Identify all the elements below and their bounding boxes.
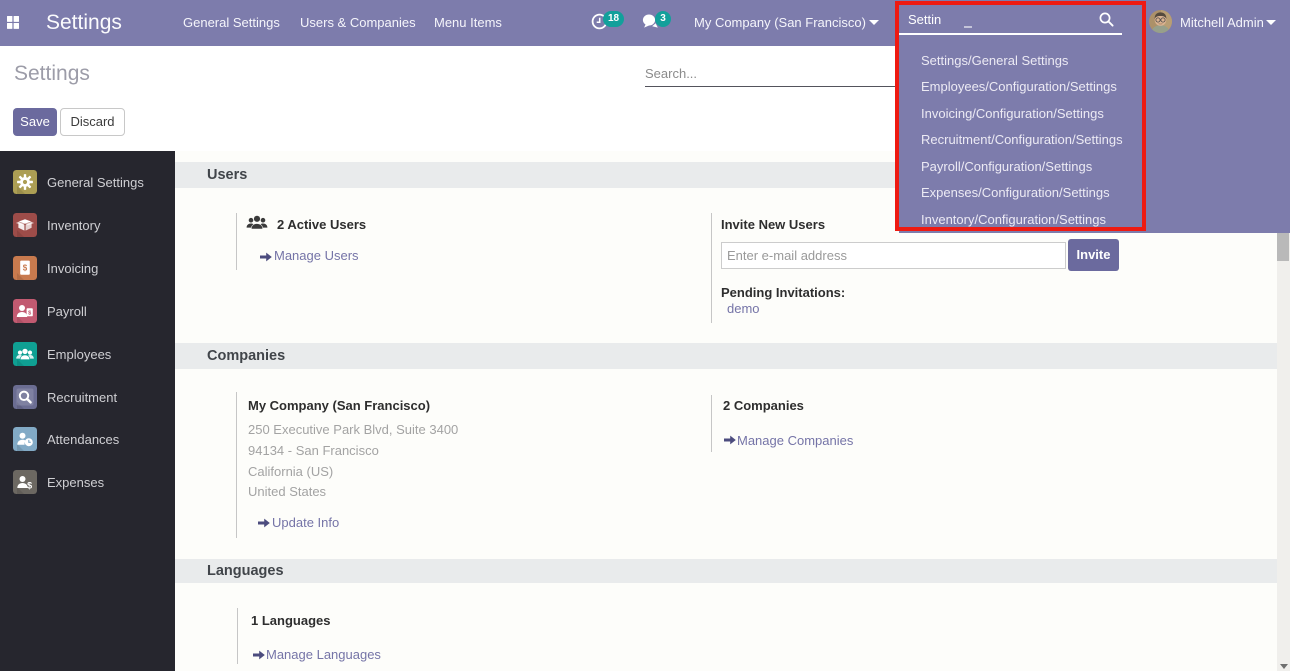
svg-text:$: $ — [23, 264, 28, 273]
svg-text:$: $ — [27, 481, 32, 491]
svg-text:$: $ — [28, 310, 31, 316]
